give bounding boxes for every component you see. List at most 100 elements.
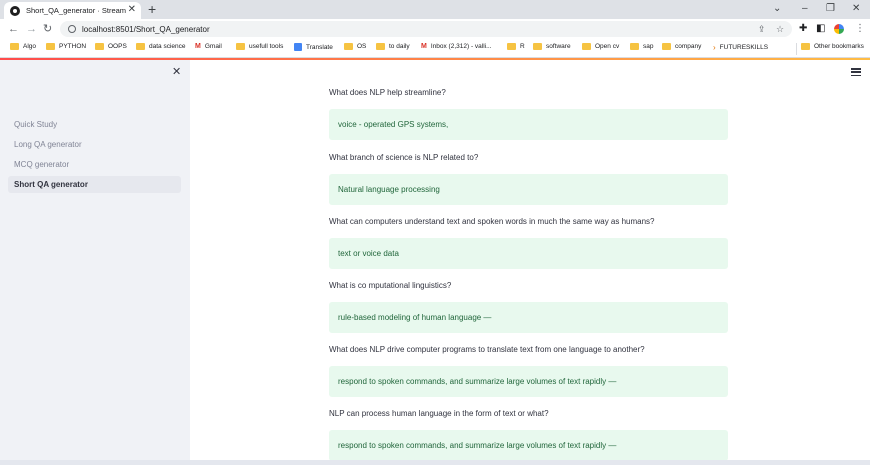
bookmark-sap[interactable]: sap	[630, 43, 653, 50]
bookmark-algo[interactable]: Algo	[10, 43, 36, 50]
bookmark-label: company	[675, 43, 702, 50]
bookmark-oops[interactable]: OOPS	[95, 43, 127, 50]
bookmark-open-cv[interactable]: Open cv	[582, 43, 619, 50]
sidebar-item-long-qa-generator[interactable]: Long QA generator	[8, 136, 181, 153]
browser-tab[interactable]: Short_QA_generator · Streamlit ✕	[4, 2, 141, 19]
folder-icon	[630, 43, 639, 50]
sidebar-item-quick-study[interactable]: Quick Study	[8, 116, 181, 133]
tab-search-icon[interactable]: ⌄	[773, 1, 781, 17]
bookmark-os[interactable]: OS	[344, 43, 366, 50]
qa-question: What can computers understand text and s…	[329, 217, 655, 226]
gmail-icon: M	[421, 43, 427, 50]
qa-answer-text: text or voice data	[338, 249, 399, 258]
qa-answer: respond to spoken commands, and summariz…	[329, 430, 728, 461]
qa-answer-text: voice - operated GPS systems,	[338, 120, 449, 129]
qa-answer: respond to spoken commands, and summariz…	[329, 366, 728, 397]
qa-question: What does NLP drive computer programs to…	[329, 345, 645, 354]
bookmark-gmail[interactable]: M Gmail	[195, 43, 222, 50]
tab-title: Short_QA_generator · Streamlit	[26, 6, 126, 15]
folder-icon	[507, 43, 516, 50]
bookmark-to-daily[interactable]: to daily	[376, 43, 410, 50]
window-bottom-edge	[0, 460, 870, 465]
folder-icon	[582, 43, 591, 50]
folder-icon	[662, 43, 671, 50]
bookmark-python[interactable]: PYTHON	[46, 43, 86, 50]
folder-icon	[533, 43, 542, 50]
site-info-icon[interactable]	[68, 25, 76, 33]
bookmarks-bar: Algo PYTHON OOPS data science M Gmail use…	[0, 40, 870, 58]
bookmark-translate[interactable]: Translate	[294, 43, 333, 51]
qa-answer: text or voice data	[329, 238, 728, 269]
share-icon[interactable]: ⇪	[758, 21, 766, 37]
browser-toolbar: ← → ↻ localhost:8501/Short_QA_generator …	[0, 19, 870, 40]
qa-answer-text: respond to spoken commands, and summariz…	[338, 377, 617, 386]
close-window-button[interactable]: ✕	[852, 1, 860, 17]
tab-close-icon[interactable]: ✕	[128, 4, 136, 16]
browser-menu-icon[interactable]: ⋮	[855, 22, 865, 36]
bookmark-label: sap	[643, 43, 654, 50]
sidebar: ✕ Quick Study Long QA generator MCQ gene…	[0, 60, 190, 465]
bookmark-label: Translate	[306, 43, 333, 51]
sidebar-item-label: Quick Study	[14, 120, 58, 129]
qa-question: What does NLP help streamline?	[329, 88, 446, 97]
folder-icon	[801, 43, 810, 50]
bookmark-label: Open cv	[595, 43, 620, 50]
bookmark-company[interactable]: company	[662, 43, 701, 50]
bookmark-inbox[interactable]: M Inbox (2,312) - valli...	[421, 43, 492, 50]
qa-answer-text: rule-based modeling of human language —	[338, 313, 492, 322]
folder-icon	[46, 43, 55, 50]
bookmark-label: PYTHON	[59, 43, 87, 50]
bookmark-label: data science	[149, 43, 186, 50]
qa-answer-text: Natural language processing	[338, 185, 440, 194]
bookmark-label: software	[546, 43, 571, 50]
sidebar-item-short-qa-generator[interactable]: Short QA generator	[8, 176, 181, 193]
browser-tab-strip: Short_QA_generator · Streamlit ✕ + ⌄ – ❐…	[0, 0, 870, 19]
bookmark-label: FUTURESKILLS	[719, 44, 769, 51]
profile-avatar[interactable]	[833, 23, 845, 35]
other-bookmarks[interactable]: Other bookmarks	[801, 43, 864, 50]
bookmark-label: usefull tools	[249, 43, 284, 50]
back-arrow-icon[interactable]: ←	[8, 22, 19, 36]
folder-icon	[344, 43, 353, 50]
sidebar-item-mcq-generator[interactable]: MCQ generator	[8, 156, 181, 173]
bookmark-label: Gmail	[204, 43, 222, 50]
bookmark-software[interactable]: software	[533, 43, 571, 50]
reload-icon[interactable]: ↻	[43, 22, 52, 36]
sidebar-close-icon[interactable]: ✕	[172, 66, 181, 78]
qa-answer: voice - operated GPS systems,	[329, 109, 728, 140]
qa-question: NLP can process human language in the fo…	[329, 409, 549, 418]
main-content: What does NLP help streamline? voice - o…	[190, 60, 870, 465]
minimize-button[interactable]: –	[802, 1, 808, 17]
bookmark-label: Algo	[23, 43, 37, 50]
new-tab-button[interactable]: +	[148, 1, 156, 17]
bookmark-usefull-tools[interactable]: usefull tools	[236, 43, 283, 50]
side-panel-icon[interactable]: ◧	[816, 22, 825, 36]
folder-icon	[95, 43, 104, 50]
forward-arrow-icon[interactable]: →	[26, 22, 37, 36]
bookmark-label: OS	[357, 43, 367, 50]
folder-icon	[10, 43, 19, 50]
bookmark-r[interactable]: R	[507, 43, 525, 50]
bookmark-futureskills[interactable]: › FUTURESKILLS	[713, 43, 768, 52]
bookmark-data-science[interactable]: data science	[136, 43, 186, 50]
main-menu-icon[interactable]	[851, 68, 861, 76]
qa-answer: rule-based modeling of human language —	[329, 302, 728, 333]
bookmark-star-icon[interactable]: ☆	[776, 21, 784, 37]
maximize-button[interactable]: ❐	[826, 1, 835, 17]
translate-icon	[294, 43, 302, 51]
chevron-right-icon: ›	[713, 43, 716, 52]
sidebar-item-label: Long QA generator	[14, 140, 82, 149]
qa-question: What branch of science is NLP related to…	[329, 153, 479, 162]
gmail-icon: M	[195, 43, 201, 50]
qa-answer-text: respond to spoken commands, and summariz…	[338, 441, 617, 450]
bookmark-label: Inbox (2,312) - valli...	[430, 43, 492, 50]
extensions-puzzle-icon[interactable]: ✚	[799, 22, 807, 36]
address-bar[interactable]: localhost:8501/Short_QA_generator ⇪ ☆	[60, 21, 792, 37]
folder-icon	[376, 43, 385, 50]
folder-icon	[236, 43, 245, 50]
folder-icon	[136, 43, 145, 50]
bookmark-label: OOPS	[108, 43, 127, 50]
bookmark-label: R	[520, 43, 525, 50]
qa-answer: Natural language processing	[329, 174, 728, 205]
sidebar-item-label: MCQ generator	[14, 160, 70, 169]
